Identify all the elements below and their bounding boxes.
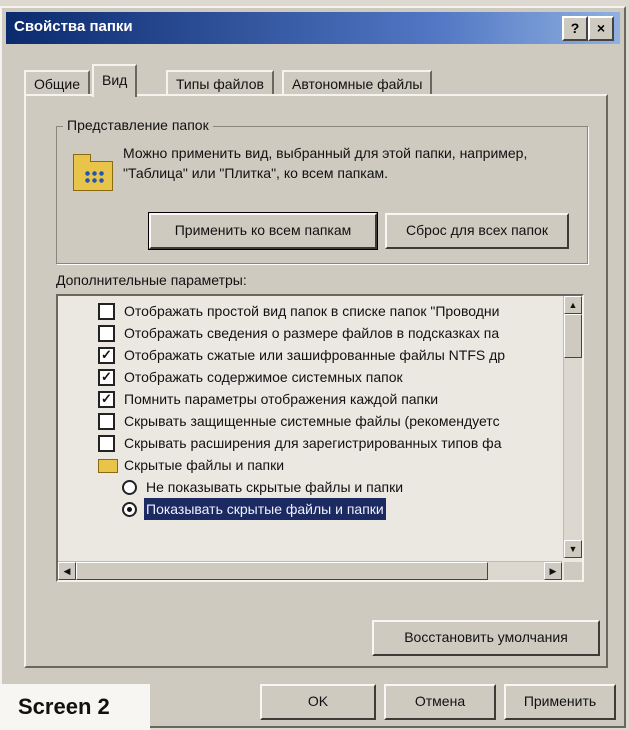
list-item-label: Отображать сжатые или зашифрованные файл… [124, 347, 506, 363]
checkbox[interactable] [98, 413, 115, 430]
checkbox-checked[interactable]: ✓ [98, 369, 115, 386]
help-button[interactable]: ? [562, 16, 588, 41]
vertical-scroll-thumb[interactable] [564, 314, 582, 358]
vertical-scrollbar[interactable]: ▲ ▼ [563, 296, 582, 558]
list-item-label: Не показывать скрытые файлы и папки [146, 479, 404, 495]
list-item-label: Показывать скрытые файлы и папки [144, 498, 386, 520]
list-item-label: Отображать простой вид папок в списке па… [124, 303, 500, 319]
list-item-label: Помнить параметры отображения каждой пап… [124, 391, 439, 407]
tab-general[interactable]: Общие [24, 70, 91, 96]
advanced-settings-list[interactable]: Отображать простой вид папок в списке па… [56, 294, 584, 582]
list-item-label: Скрывать защищенные системные файлы (рек… [124, 413, 500, 429]
apply-button[interactable]: Применить [504, 684, 616, 720]
scroll-left-icon[interactable]: ◀ [58, 562, 76, 580]
horizontal-scroll-thumb[interactable] [76, 562, 488, 580]
checkbox[interactable] [98, 325, 115, 342]
list-item-label: Отображать сведения о размере файлов в п… [124, 325, 500, 341]
checkbox-checked[interactable]: ✓ [98, 347, 115, 364]
scroll-right-icon[interactable]: ▶ [544, 562, 562, 580]
horizontal-scrollbar[interactable]: ◀ ▶ [58, 561, 562, 580]
view-tab-panel: Представление папок Можно применить вид,… [24, 94, 608, 668]
list-item-label: Отображать содержимое системных папок [124, 369, 403, 385]
apply-to-all-folders-button[interactable]: Применить ко всем папкам [148, 212, 378, 250]
tab-view[interactable]: Вид [92, 64, 138, 97]
checkbox-checked[interactable]: ✓ [98, 391, 115, 408]
folder-options-dialog: Свойства папки ? × Общие Вид Типы файлов… [0, 6, 626, 728]
list-item-label: Скрывать расширения для зарегистрированн… [124, 435, 502, 451]
scroll-down-icon[interactable]: ▼ [564, 540, 582, 558]
window-title: Свойства папки [14, 18, 133, 35]
ok-button[interactable]: OK [260, 684, 376, 720]
restore-defaults-button[interactable]: Восстановить умолчания [372, 620, 600, 656]
screen-caption: Screen 2 [0, 684, 150, 730]
tab-file-types[interactable]: Типы файлов [166, 70, 274, 96]
close-button[interactable]: × [588, 16, 614, 41]
checkbox[interactable] [98, 435, 115, 452]
radio-button[interactable] [122, 480, 137, 495]
title-bar[interactable]: Свойства папки ? × [6, 12, 620, 44]
list-item-label: Скрытые файлы и папки [124, 457, 285, 473]
tab-offline-files[interactable]: Автономные файлы [282, 70, 433, 96]
scroll-up-icon[interactable]: ▲ [564, 296, 582, 314]
checkbox[interactable] [98, 303, 115, 320]
reset-all-folders-button[interactable]: Сброс для всех папок [385, 213, 569, 249]
advanced-settings-label: Дополнительные параметры: [56, 272, 247, 288]
folder-view-icon [73, 154, 113, 191]
folder-icon [98, 459, 118, 473]
folder-view-legend: Представление папок [63, 117, 213, 133]
folder-view-group: Представление папок Можно применить вид,… [56, 117, 588, 264]
folder-view-description: Можно применить вид, выбранный для этой … [123, 145, 528, 181]
radio-button-selected[interactable] [122, 502, 137, 517]
cancel-button[interactable]: Отмена [384, 684, 496, 720]
